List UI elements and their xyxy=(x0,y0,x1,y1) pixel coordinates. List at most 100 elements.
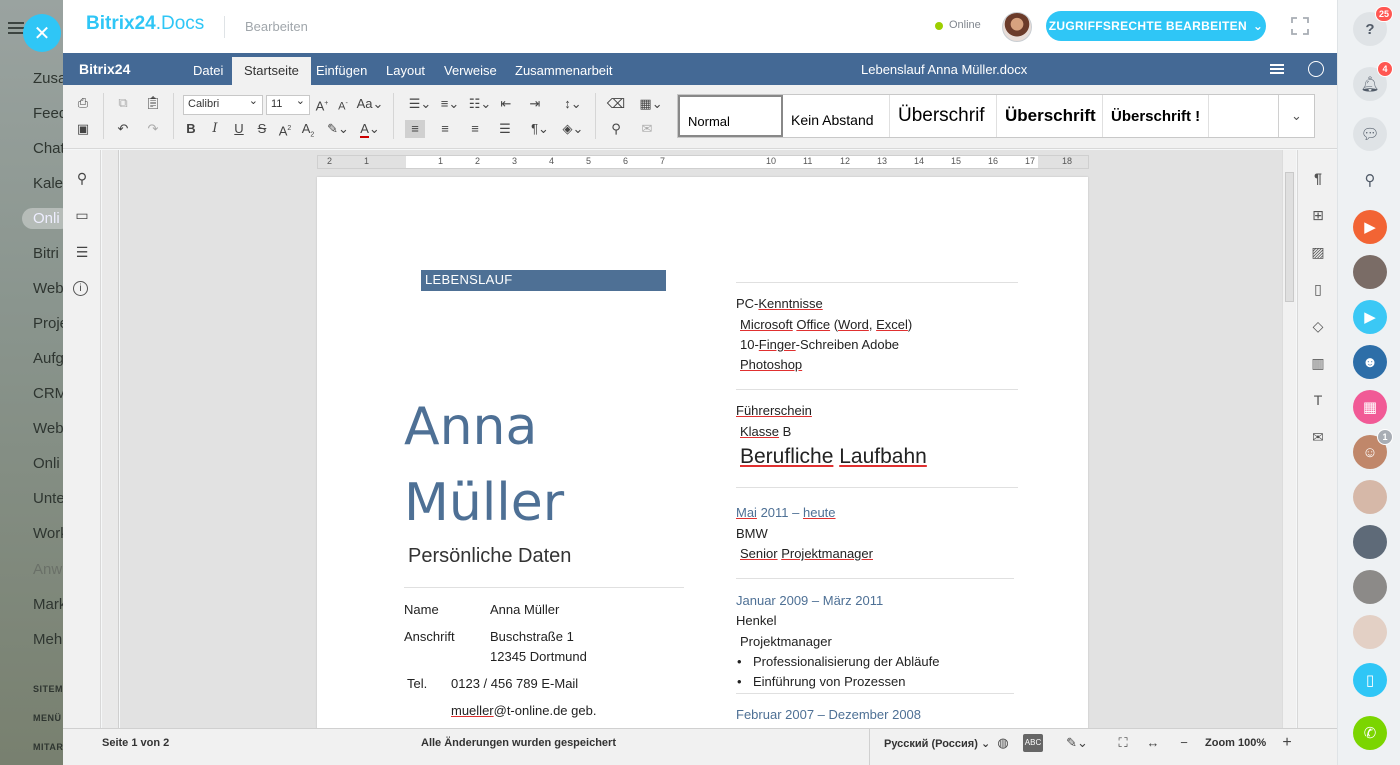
undo-icon[interactable]: ↶ xyxy=(113,120,133,138)
superscript-icon[interactable]: A2 xyxy=(275,120,295,138)
multilevel-list-icon[interactable]: ☷⌄ xyxy=(465,95,495,113)
style-normal[interactable]: Normal xyxy=(678,95,783,137)
tab-verweise[interactable]: Verweise xyxy=(444,63,497,78)
meeting-button[interactable]: ▶ xyxy=(1353,300,1387,334)
tab-startseite[interactable]: Startseite xyxy=(232,57,311,85)
doc-tel-label[interactable]: Tel. xyxy=(407,676,427,691)
shading-icon[interactable]: ◈⌄ xyxy=(558,120,588,138)
comments-icon[interactable]: ▭ xyxy=(73,207,91,225)
phone-call-button[interactable]: ✆ xyxy=(1353,716,1387,750)
style-no-spacing[interactable]: Kein Abstand xyxy=(783,95,890,137)
style-heading-2[interactable]: Überschrift xyxy=(997,95,1103,137)
search-button[interactable]: ⚲ xyxy=(1353,163,1387,197)
shape-settings-icon[interactable]: ◇ xyxy=(1309,318,1327,336)
help-button[interactable]: ? 25 xyxy=(1353,6,1393,46)
paragraph-settings-icon[interactable]: ¶ xyxy=(1309,170,1327,188)
mail-merge-icon[interactable]: ✉ xyxy=(1309,429,1327,447)
fullscreen-icon[interactable] xyxy=(1291,17,1309,35)
navigation-icon[interactable]: ☰ xyxy=(73,244,91,262)
doc-name-value[interactable]: Anna Müller xyxy=(490,602,559,617)
chat-button[interactable]: 💬︎ xyxy=(1353,117,1387,151)
document-page[interactable]: LEBENSLAUF Anna Müller Persönliche Daten… xyxy=(317,177,1088,728)
doc-bullet-item[interactable]: Professionalisierung der Abläufe xyxy=(737,654,939,669)
subscript-icon[interactable]: A2 xyxy=(298,120,318,139)
globe-icon[interactable]: ◍ xyxy=(993,734,1013,752)
increase-indent-icon[interactable]: ⇥ xyxy=(525,95,545,113)
bullet-list-icon[interactable]: ☰⌄ xyxy=(405,95,435,113)
doc-address-line1[interactable]: Buschstraße 1 xyxy=(490,629,574,644)
doc-job1-title[interactable]: Senior Projektmanager xyxy=(740,546,873,561)
align-center-icon[interactable]: ≡ xyxy=(435,120,455,138)
tab-datei[interactable]: Datei xyxy=(193,63,223,78)
mail-merge-icon[interactable]: ✉ xyxy=(637,120,657,138)
doc-address-label[interactable]: Anschrift xyxy=(404,629,455,644)
save-icon[interactable]: ▣ xyxy=(73,120,93,138)
align-right-icon[interactable]: ≡ xyxy=(465,120,485,138)
calendar-button[interactable]: ▦ xyxy=(1353,390,1387,424)
doc-office-line[interactable]: Microsoft Office (Word, Excel) xyxy=(740,317,912,332)
doc-license-class[interactable]: Klasse B xyxy=(740,424,791,439)
italic-icon[interactable]: I xyxy=(205,120,225,138)
text-art-icon[interactable]: T xyxy=(1309,392,1327,410)
info-icon[interactable]: i xyxy=(73,281,88,296)
decrease-indent-icon[interactable]: ⇤ xyxy=(496,95,516,113)
doc-name-label[interactable]: Name xyxy=(404,602,439,617)
doc-email-line[interactable]: mueller@t-online.de geb. xyxy=(451,703,596,718)
doc-personal-data-heading[interactable]: Persönliche Daten xyxy=(408,545,571,568)
scrollbar-thumb[interactable] xyxy=(1285,172,1294,302)
doc-job1-date[interactable]: Mai 2011 – heute xyxy=(736,505,836,520)
style-heading-3[interactable]: Überschrift ! xyxy=(1103,95,1209,137)
edit-access-rights-button[interactable]: ZUGRIFFSRECHTE BEARBEITEN ⌄ xyxy=(1046,11,1266,41)
redo-icon[interactable]: ↷ xyxy=(143,120,163,138)
style-heading-1[interactable]: Überschrif xyxy=(890,95,997,137)
group-avatar[interactable]: ☺ 1 xyxy=(1353,429,1393,469)
contact-avatar[interactable] xyxy=(1353,615,1387,649)
doc-job3-date[interactable]: Februar 2007 – Dezember 2008 xyxy=(736,707,921,722)
highlight-color-icon[interactable]: ✎⌄ xyxy=(323,120,353,138)
doc-photoshop[interactable]: Photoshop xyxy=(740,357,802,372)
user-icon[interactable] xyxy=(1308,61,1324,77)
copy-style-icon[interactable]: ⚲ xyxy=(606,120,626,138)
doc-job1-company[interactable]: BMW xyxy=(736,526,768,541)
change-case-icon[interactable]: Aa⌄ xyxy=(356,95,384,113)
doc-job2-company[interactable]: Henkel xyxy=(736,613,776,628)
notifications-button[interactable]: 🔔︎ 4 xyxy=(1353,61,1393,101)
track-changes-icon[interactable]: ✎⌄ xyxy=(1063,734,1091,752)
contact-avatar[interactable] xyxy=(1353,255,1387,289)
spellcheck-icon[interactable]: ABC xyxy=(1023,734,1043,752)
doc-first-name[interactable]: Anna xyxy=(404,397,537,457)
underline-icon[interactable]: U xyxy=(229,120,249,138)
contact-avatar[interactable] xyxy=(1353,480,1387,514)
screen-share-button[interactable]: ▯ xyxy=(1353,663,1387,697)
chart-settings-icon[interactable]: ▥ xyxy=(1309,355,1327,373)
line-spacing-icon[interactable]: ↕⌄ xyxy=(558,95,588,113)
increase-font-icon[interactable]: A+ xyxy=(312,95,332,113)
numbered-list-icon[interactable]: ≡⌄ xyxy=(435,95,465,113)
chevron-down-icon[interactable]: ⌄ xyxy=(1278,95,1314,137)
vertical-scrollbar[interactable] xyxy=(1282,150,1296,728)
align-left-icon[interactable]: ≡ xyxy=(405,120,425,138)
color-scheme-icon[interactable]: ▦⌄ xyxy=(637,95,665,113)
horizontal-ruler[interactable]: 2 1 1 2 3 4 5 6 7 10 11 12 13 14 15 16 1… xyxy=(317,155,1089,169)
doc-last-name[interactable]: Müller xyxy=(404,473,564,533)
paragraph-marks-icon[interactable]: ¶⌄ xyxy=(526,120,554,138)
language-select[interactable]: Русский (Россия) ⌄ xyxy=(884,737,990,750)
doc-pc-skills-heading[interactable]: PC-Kenntnisse xyxy=(736,296,823,311)
image-settings-icon[interactable]: ▨ xyxy=(1309,244,1327,262)
justify-icon[interactable]: ☰ xyxy=(495,120,515,138)
doc-license-heading[interactable]: Führerschein xyxy=(736,403,812,418)
doc-job2-date[interactable]: Januar 2009 – März 2011 xyxy=(736,593,883,608)
video-call-button[interactable]: ▶ xyxy=(1353,210,1387,244)
header-footer-icon[interactable]: ▯ xyxy=(1309,281,1327,299)
doc-typing-line[interactable]: 10-Finger-Schreiben Adobe xyxy=(740,337,899,352)
tab-layout[interactable]: Layout xyxy=(386,63,425,78)
strikethrough-icon[interactable]: S xyxy=(252,120,272,138)
tab-zusammenarbeit[interactable]: Zusammenarbeit xyxy=(515,63,613,78)
group-chat-button[interactable]: ☻ xyxy=(1353,345,1387,379)
doc-tel-value[interactable]: 0123 / 456 789 E-Mail xyxy=(451,676,578,691)
paste-icon[interactable]: 📋︎ xyxy=(143,94,163,112)
close-slider-button[interactable]: ✕ xyxy=(23,14,61,52)
zoom-out-icon[interactable]: − xyxy=(1174,734,1194,752)
clear-formatting-icon[interactable]: ⌫ xyxy=(606,95,626,113)
menu-icon[interactable] xyxy=(1270,64,1284,74)
